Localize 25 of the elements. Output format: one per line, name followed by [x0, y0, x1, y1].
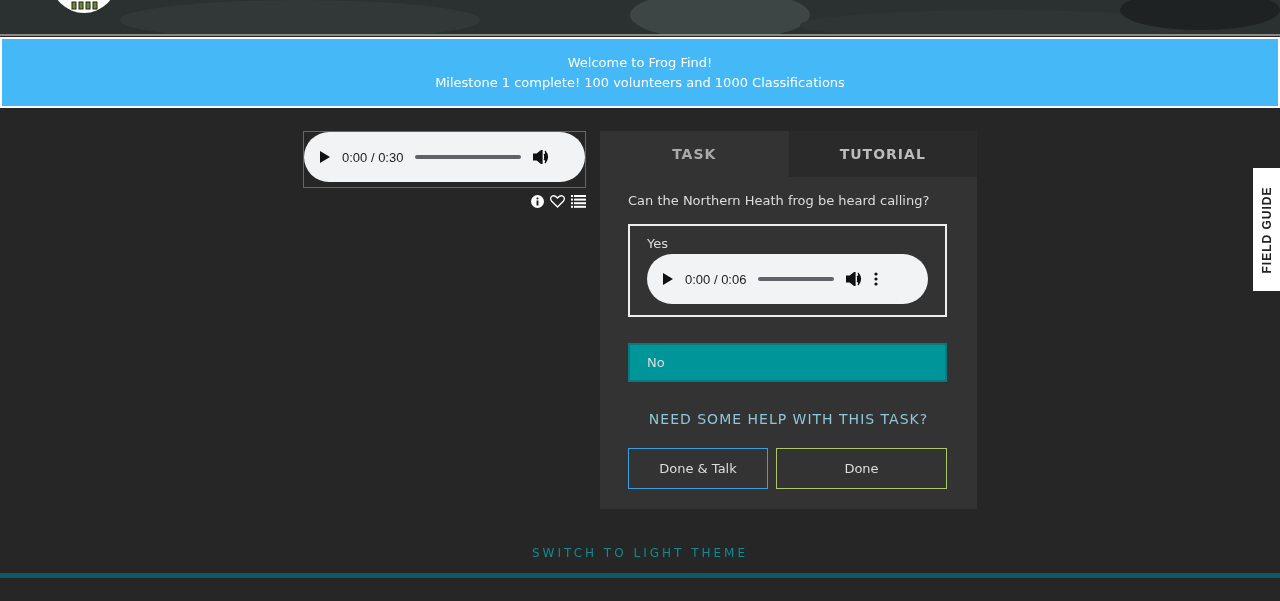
more-icon[interactable]: [874, 272, 879, 286]
tab[interactable]: TUTORIAL: [788, 131, 977, 177]
list-icon[interactable]: [571, 195, 586, 208]
play-icon[interactable]: [663, 273, 673, 285]
progress-track[interactable]: [415, 155, 522, 159]
theme-switch-link[interactable]: SWITCH TO LIGHT THEME: [526, 545, 754, 561]
help-link[interactable]: NEED SOME HELP WITH THIS TASK?: [628, 410, 949, 428]
audio-player[interactable]: 0:00 / 0:06: [647, 254, 928, 304]
banner-text: Milestone 1 complete! 100 volunteers and 1000 Classifications: [435, 75, 845, 90]
volume-icon[interactable]: [846, 272, 863, 286]
banner-text: Welcome to Frog Find!: [567, 55, 713, 70]
audio-player[interactable]: 0:00 / 0:30: [304, 132, 585, 182]
audio-time: 0:00 / 0:30: [342, 149, 404, 165]
audio-time: 0:00 / 0:06: [685, 271, 747, 287]
task-question: Can the Northern Heath frog be heard calling?: [628, 193, 931, 208]
info-icon[interactable]: [531, 195, 544, 208]
done-talk-button[interactable]: Done & Talk: [628, 448, 768, 489]
answer-label: Yes: [647, 236, 669, 251]
field-guide-tab[interactable]: FIELD GUIDE: [1253, 168, 1280, 291]
play-icon[interactable]: [320, 151, 330, 163]
volume-icon[interactable]: [533, 150, 550, 164]
answer-option[interactable]: Yes 0:00 / 0:06: [628, 224, 947, 317]
heart-icon[interactable]: [550, 195, 565, 208]
done-button[interactable]: Done: [776, 448, 947, 489]
progress-track[interactable]: [758, 277, 835, 281]
